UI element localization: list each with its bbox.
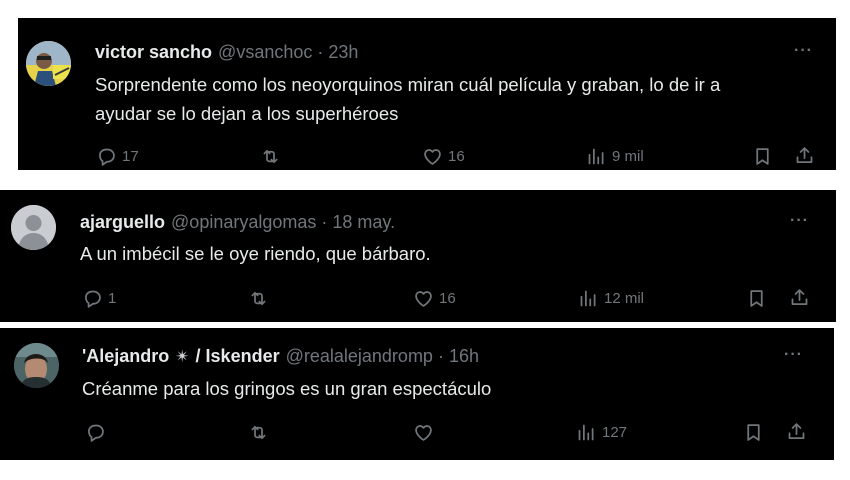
tweet-card[interactable]: victor sancho @vsanchoc · 23h ··· Sorpre… — [18, 18, 836, 170]
sparkle-icon: ✴ — [175, 347, 190, 366]
views-button[interactable]: 127 — [576, 422, 627, 443]
more-icon[interactable]: ··· — [790, 212, 809, 230]
retweet-button[interactable] — [260, 146, 281, 167]
like-count: 16 — [439, 290, 456, 307]
tweet-header: 'Alejandro ✴ / Iskender @realalejandromp ·… — [82, 346, 479, 367]
views-button[interactable]: 12 mil — [578, 288, 644, 309]
like-count: 16 — [448, 148, 465, 165]
retweet-icon — [260, 146, 281, 167]
like-button[interactable]: 16 — [413, 288, 456, 309]
retweet-button[interactable] — [248, 288, 269, 309]
like-button[interactable]: 16 — [422, 146, 465, 167]
display-name[interactable]: ajarguello — [80, 212, 165, 233]
reply-count: 17 — [122, 148, 139, 165]
like-icon — [413, 422, 434, 443]
views-icon — [586, 146, 607, 167]
bookmark-button[interactable] — [746, 288, 767, 309]
tweet-header: victor sancho @vsanchoc · 23h — [95, 42, 358, 63]
views-icon — [576, 422, 597, 443]
tweet-text-line: Créanme para los gringos es un gran espe… — [82, 378, 492, 399]
reply-icon — [85, 422, 106, 443]
display-name-part: 'Alejandro — [82, 346, 170, 366]
default-avatar-icon — [11, 205, 56, 250]
tweet-header: ajarguello @opinaryalgomas · 18 may. — [80, 212, 395, 233]
avatar-image — [26, 41, 71, 86]
avatar[interactable] — [26, 41, 71, 86]
tweet-text-line: Sorprendente como los neoyorquinos miran… — [95, 74, 721, 95]
views-count: 127 — [602, 424, 628, 441]
retweet-icon — [248, 422, 269, 443]
user-handle[interactable]: @realalejandromp — [286, 346, 433, 367]
avatar-image — [14, 343, 59, 388]
share-icon — [789, 287, 810, 308]
bookmark-button[interactable] — [752, 146, 773, 167]
reply-button[interactable] — [85, 422, 106, 443]
avatar[interactable] — [11, 205, 56, 250]
views-icon — [578, 288, 599, 309]
tweet-card[interactable]: 'Alejandro ✴ / Iskender @realalejandromp ·… — [0, 328, 834, 460]
bookmark-icon — [743, 422, 764, 443]
bookmark-button[interactable] — [743, 422, 764, 443]
separator-dot: · — [317, 42, 324, 62]
like-button[interactable] — [413, 422, 434, 443]
bookmark-icon — [752, 146, 773, 167]
tweet-text-line: ayudar se lo dejan a los superhéroes — [95, 103, 399, 124]
tweet-text: A un imbécil se le oye riendo, que bárba… — [80, 239, 431, 268]
timestamp[interactable]: 23h — [328, 42, 358, 63]
share-icon — [786, 421, 807, 442]
share-button[interactable] — [794, 145, 815, 166]
reply-icon — [96, 146, 117, 167]
display-name-part: / Iskender — [195, 346, 280, 366]
share-icon — [794, 145, 815, 166]
views-button[interactable]: 9 mil — [586, 146, 644, 167]
bookmark-icon — [746, 288, 767, 309]
reply-button[interactable]: 1 — [82, 288, 116, 309]
display-name[interactable]: 'Alejandro ✴ / Iskender — [82, 346, 280, 367]
views-count: 9 mil — [612, 148, 644, 165]
timestamp[interactable]: 18 may. — [332, 212, 395, 233]
more-icon[interactable]: ··· — [784, 346, 803, 364]
more-icon[interactable]: ··· — [794, 42, 813, 60]
reply-icon — [82, 288, 103, 309]
tweet-text: Sorprendente como los neoyorquinos miran… — [95, 70, 720, 128]
retweet-icon — [248, 288, 269, 309]
retweet-button[interactable] — [248, 422, 269, 443]
user-handle[interactable]: @opinaryalgomas — [171, 212, 316, 233]
user-handle[interactable]: @vsanchoc — [218, 42, 312, 63]
display-name[interactable]: victor sancho — [95, 42, 212, 63]
like-icon — [413, 288, 434, 309]
timestamp[interactable]: 16h — [449, 346, 479, 367]
tweet-card[interactable]: ajarguello @opinaryalgomas · 18 may. ···… — [0, 190, 836, 322]
like-icon — [422, 146, 443, 167]
views-count: 12 mil — [604, 290, 645, 307]
share-button[interactable] — [789, 287, 810, 308]
share-button[interactable] — [786, 421, 807, 442]
reply-count: 1 — [108, 290, 117, 307]
reply-button[interactable]: 17 — [96, 146, 139, 167]
separator-dot: · — [437, 346, 444, 366]
tweet-text: Créanme para los gringos es un gran espe… — [82, 374, 491, 403]
separator-dot: · — [321, 212, 328, 232]
avatar[interactable] — [14, 343, 59, 388]
tweet-text-line: A un imbécil se le oye riendo, que bárba… — [80, 243, 431, 264]
